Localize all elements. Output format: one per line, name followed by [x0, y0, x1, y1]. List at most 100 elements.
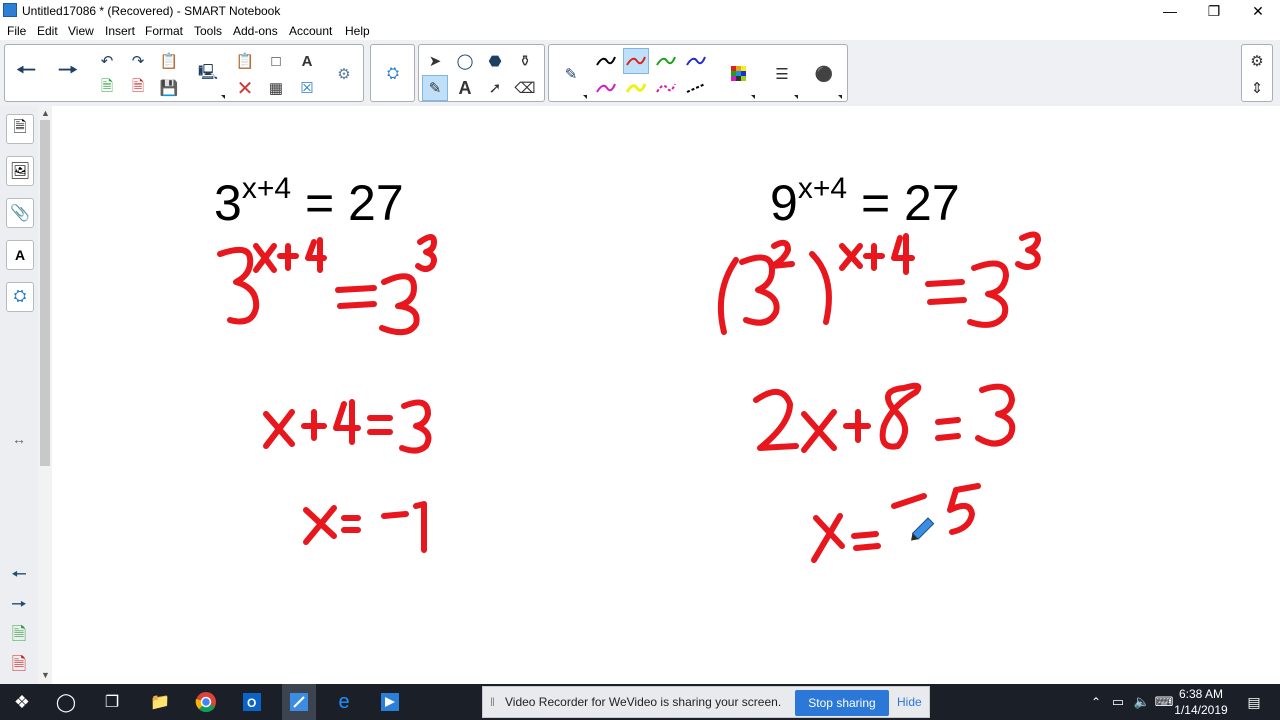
- main-toolbar: 🠔 🠖 ↶ ↷ 📋 🗎 🗎 💾 🖳 📋 ✕ □ ▦ A ☒ ⚙ ⛭ ➤ ◯ ⬣ …: [0, 40, 1280, 107]
- side-tabs: 🗎 🖼 📎 A ⛭ ↔ 🠔 🠖 🗎 🗎: [0, 106, 39, 684]
- toolbar-group-file: 🠔 🠖 ↶ ↷ 📋 🗎 🗎 💾 🖳 📋 ✕ □ ▦ A ☒ ⚙: [4, 44, 364, 102]
- text-icon[interactable]: A: [452, 75, 478, 101]
- chrome-icon[interactable]: [192, 688, 220, 716]
- menu-insert[interactable]: Insert: [105, 24, 135, 38]
- pen-color-yellow[interactable]: [623, 75, 649, 101]
- add-page-icon[interactable]: 🗎: [94, 75, 120, 101]
- dropdown-arrow-icon[interactable]: [221, 95, 225, 99]
- properties-icon[interactable]: A: [6, 240, 34, 270]
- spell-check-icon[interactable]: A: [294, 48, 320, 74]
- handwritten-ink-layer: [217, 231, 1041, 563]
- hide-button[interactable]: Hide: [897, 695, 922, 709]
- back-arrow-icon[interactable]: 🠔: [13, 57, 39, 86]
- search-icon[interactable]: ◯: [52, 688, 80, 716]
- menu-file[interactable]: File: [7, 24, 26, 38]
- menu-edit[interactable]: Edit: [37, 24, 58, 38]
- title-bar: Untitled17086 * (Recovered) - SMART Note…: [0, 0, 1280, 22]
- wevideo-recorder-icon[interactable]: [376, 688, 404, 716]
- paint-bucket-icon[interactable]: ⚱: [512, 48, 538, 74]
- forward-arrow-icon[interactable]: 🠖: [8, 594, 30, 618]
- puzzle-icon[interactable]: ⛭: [380, 60, 406, 86]
- dropdown-arrow-icon[interactable]: [751, 95, 755, 99]
- table-icon[interactable]: ▦: [263, 75, 289, 101]
- menu-tools[interactable]: Tools: [194, 24, 222, 38]
- task-view-icon[interactable]: ❐: [98, 688, 126, 716]
- properties-icon[interactable]: ⚫: [811, 61, 837, 87]
- pen-cursor-icon: [911, 517, 935, 541]
- delete-page-icon[interactable]: 🗎: [125, 75, 151, 101]
- action-center-icon[interactable]: ▤: [1240, 688, 1268, 716]
- save-icon[interactable]: 💾: [156, 75, 182, 101]
- eraser-icon[interactable]: ⌫: [512, 75, 538, 101]
- menu-help[interactable]: Help: [345, 24, 370, 38]
- ink-right-line1: [717, 231, 1041, 335]
- pen-color-black[interactable]: [593, 48, 619, 74]
- delete-icon[interactable]: ✕: [232, 75, 258, 101]
- file-explorer-icon[interactable]: 📁: [146, 688, 174, 716]
- fill-icon[interactable]: ⬣: [482, 48, 508, 74]
- paste-page-icon[interactable]: 📋: [156, 48, 182, 74]
- scroll-down-icon[interactable]: ▼: [41, 670, 50, 680]
- pen-color-black-dashed[interactable]: [683, 75, 709, 101]
- addons-icon[interactable]: ⚙: [331, 61, 357, 87]
- outlook-icon[interactable]: O: [238, 688, 266, 716]
- addons-icon[interactable]: ⛭: [6, 282, 34, 312]
- dropdown-arrow-icon[interactable]: [838, 95, 842, 99]
- windows-taskbar: ❖ ◯ ❐ 📁 O e ‖ Video Recorder for WeVideo…: [0, 684, 1280, 720]
- undo-icon[interactable]: ↶: [94, 48, 120, 74]
- move-toolbar-icon[interactable]: ⇕: [1244, 75, 1270, 101]
- windows-start-icon[interactable]: ❖: [8, 688, 36, 716]
- display-screen-icon[interactable]: □: [263, 48, 289, 74]
- stop-sharing-button[interactable]: Stop sharing: [795, 690, 889, 716]
- dropdown-arrow-icon[interactable]: [794, 95, 798, 99]
- scroll-up-icon[interactable]: ▲: [41, 108, 50, 118]
- pen-color-green[interactable]: [653, 48, 679, 74]
- pen-color-pink-dashed[interactable]: [653, 75, 679, 101]
- page-sorter-icon[interactable]: 🗎: [6, 114, 34, 144]
- color-palette-icon[interactable]: [726, 61, 752, 87]
- menu-bar: File Edit View Insert Format Tools Add-o…: [0, 22, 1280, 40]
- drag-handle-icon[interactable]: ‖: [490, 695, 495, 709]
- gallery-icon[interactable]: 🖼: [6, 156, 34, 186]
- pen-icon[interactable]: ✎: [558, 61, 584, 87]
- internet-explorer-icon[interactable]: e: [330, 688, 358, 716]
- pen-tool-icon[interactable]: ✎: [422, 75, 448, 101]
- menu-addons[interactable]: Add-ons: [233, 24, 278, 38]
- menu-view[interactable]: View: [68, 24, 94, 38]
- ink-left-line3: [303, 501, 427, 553]
- clock-time[interactable]: 6:38 AM: [1176, 687, 1226, 701]
- select-icon[interactable]: ➤: [422, 48, 448, 74]
- restore-button[interactable]: ❐: [1192, 0, 1236, 22]
- close-button[interactable]: ✕: [1236, 0, 1280, 22]
- scroll-thumb[interactable]: [40, 120, 50, 466]
- pen-color-blue[interactable]: [683, 48, 709, 74]
- line-icon[interactable]: ➚: [482, 75, 508, 101]
- minimize-button[interactable]: —: [1148, 0, 1192, 22]
- whiteboard-canvas[interactable]: 3x+4 = 27 9x+4 = 27: [52, 106, 1280, 684]
- smart-notebook-taskbar-icon[interactable]: [282, 684, 316, 720]
- clock-date[interactable]: 1/14/2019: [1172, 703, 1230, 717]
- toolbar-group-settings: ⚙ ⇕: [1241, 44, 1273, 102]
- dropdown-arrow-icon[interactable]: [583, 95, 587, 99]
- clear-icon[interactable]: ☒: [294, 75, 320, 101]
- shapes-icon[interactable]: ◯: [452, 48, 478, 74]
- back-arrow-icon[interactable]: 🠔: [8, 564, 30, 588]
- paste-icon[interactable]: 📋: [232, 48, 258, 74]
- ink-left-line2: [263, 399, 432, 454]
- menu-format[interactable]: Format: [145, 24, 183, 38]
- screen-capture-icon[interactable]: 🖳: [195, 61, 221, 87]
- resize-arrows-icon[interactable]: ↔: [8, 428, 30, 450]
- redo-icon[interactable]: ↷: [125, 48, 151, 74]
- toolbar-group-addons: ⛭: [370, 44, 415, 102]
- line-style-icon[interactable]: ☰: [769, 61, 795, 87]
- menu-account[interactable]: Account: [289, 24, 332, 38]
- pen-color-purple[interactable]: [593, 75, 619, 101]
- ink-right-line2: [753, 382, 1016, 453]
- settings-icon[interactable]: ⚙: [1244, 48, 1270, 74]
- pen-color-red[interactable]: [623, 48, 649, 74]
- add-page-icon[interactable]: 🗎: [8, 624, 30, 648]
- forward-arrow-icon[interactable]: 🠖: [55, 57, 81, 86]
- attachments-icon[interactable]: 📎: [6, 198, 34, 228]
- vertical-scrollbar[interactable]: ▲ ▼: [38, 106, 52, 684]
- delete-page-icon[interactable]: 🗎: [8, 654, 30, 678]
